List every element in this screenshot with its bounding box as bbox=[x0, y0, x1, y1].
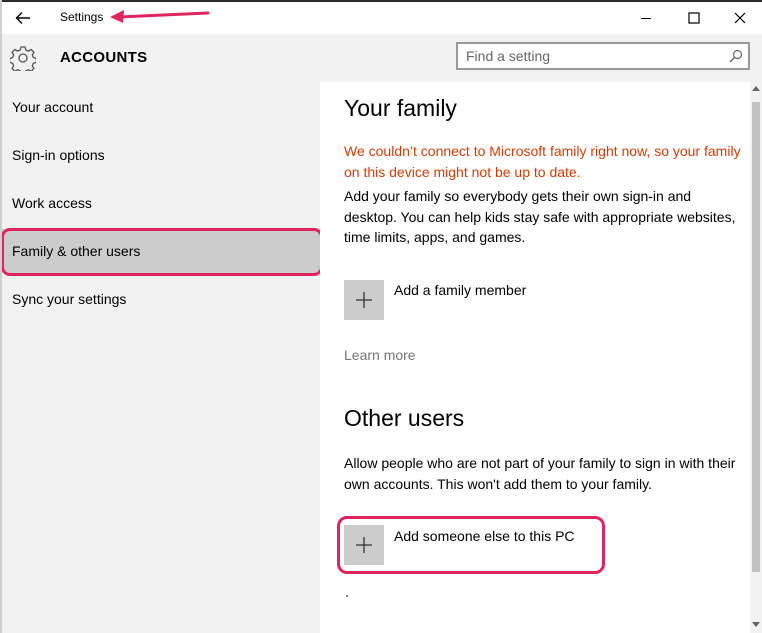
learn-more-link[interactable]: Learn more bbox=[344, 347, 416, 363]
sidebar: Your account Sign-in options Work access… bbox=[0, 82, 323, 633]
family-warning-text: We couldn’t connect to Microsoft family … bbox=[344, 143, 741, 180]
search-input[interactable] bbox=[466, 47, 716, 65]
scroll-up-arrow-icon[interactable] bbox=[752, 86, 760, 91]
annotation-arrow bbox=[110, 10, 210, 23]
maximize-button[interactable] bbox=[672, 4, 716, 32]
other-users-description: Allow people who are not part of your fa… bbox=[344, 455, 736, 492]
scrollbar[interactable] bbox=[750, 82, 762, 633]
back-arrow-icon bbox=[15, 12, 30, 24]
sidebar-item-sync-settings[interactable]: Sync your settings bbox=[0, 277, 320, 321]
plus-icon bbox=[356, 537, 372, 553]
window-left-border bbox=[0, 0, 2, 633]
search-icon[interactable] bbox=[729, 49, 743, 63]
search-box[interactable] bbox=[456, 42, 750, 70]
close-button[interactable] bbox=[718, 4, 762, 32]
plus-icon bbox=[356, 292, 372, 308]
maximize-icon bbox=[688, 12, 700, 24]
add-family-member-button[interactable] bbox=[344, 280, 384, 320]
back-button[interactable] bbox=[8, 4, 38, 32]
sidebar-item-sign-in-options[interactable]: Sign-in options bbox=[0, 133, 320, 177]
other-users-heading: Other users bbox=[344, 405, 465, 431]
add-someone-button[interactable] bbox=[344, 525, 384, 565]
section-title: ACCOUNTS bbox=[60, 49, 148, 66]
scroll-down-arrow-icon[interactable] bbox=[752, 622, 760, 627]
scroll-thumb[interactable] bbox=[752, 102, 760, 572]
sidebar-item-family-other-users[interactable]: Family & other users bbox=[0, 229, 320, 273]
close-icon bbox=[734, 12, 746, 24]
add-family-member-label[interactable]: Add a family member bbox=[394, 282, 526, 298]
gear-icon bbox=[10, 46, 36, 71]
sidebar-item-work-access[interactable]: Work access bbox=[0, 181, 320, 225]
family-heading: Your family bbox=[344, 95, 457, 121]
add-someone-label[interactable]: Add someone else to this PC bbox=[394, 528, 575, 544]
minimize-icon bbox=[641, 18, 651, 19]
minimize-button[interactable] bbox=[624, 4, 668, 32]
family-description: Add your family so everybody gets their … bbox=[344, 188, 736, 245]
main-content: Your family We couldn’t connect to Micro… bbox=[320, 82, 750, 633]
stray-dot bbox=[346, 595, 348, 597]
app-title: Settings bbox=[60, 10, 104, 24]
page-header: ACCOUNTS bbox=[0, 34, 762, 82]
sidebar-item-your-account[interactable]: Your account bbox=[0, 85, 320, 129]
